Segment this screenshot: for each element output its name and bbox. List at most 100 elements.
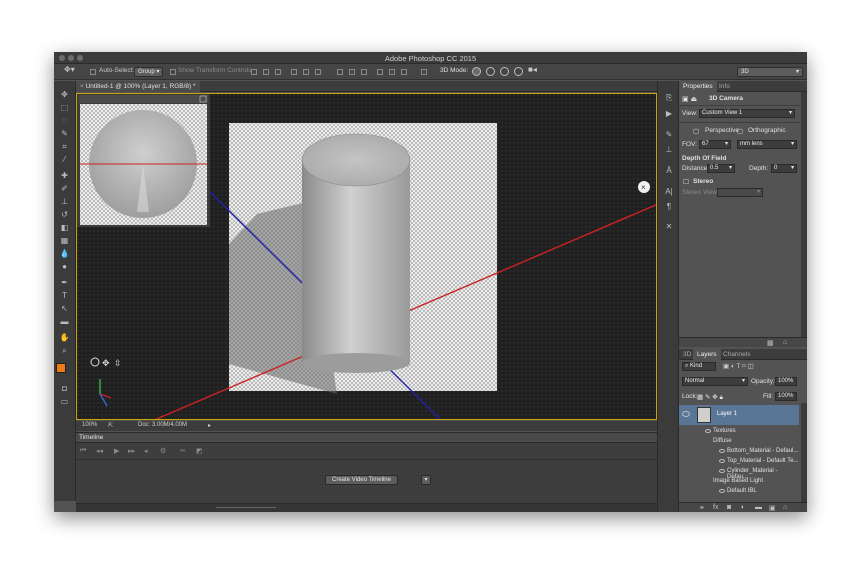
layer-style-icon[interactable]: fx bbox=[713, 504, 718, 511]
document-canvas[interactable]: × ✥ ⇳ bbox=[76, 93, 657, 420]
workspace-dropdown[interactable]: 3D ▾ bbox=[737, 67, 803, 77]
marquee-tool-icon[interactable]: ⬚ bbox=[59, 103, 70, 112]
eye-icon[interactable] bbox=[705, 429, 711, 433]
align-left-icon[interactable] bbox=[291, 69, 297, 75]
link-layers-icon[interactable]: ⚭ bbox=[699, 504, 705, 512]
fov-unit-dropdown[interactable]: mm lens ▾ bbox=[737, 140, 797, 149]
cylinder-top[interactable] bbox=[301, 133, 411, 187]
eye-icon[interactable] bbox=[719, 459, 725, 463]
add-mask-icon[interactable]: ◙ bbox=[727, 504, 731, 511]
dodge-tool-icon[interactable]: ● bbox=[59, 262, 70, 271]
filter-icons[interactable]: ▣ ◐ T ⌑ ◫ bbox=[723, 362, 754, 370]
list-item[interactable]: Textures bbox=[679, 427, 799, 437]
orthographic-icon[interactable]: ▢ bbox=[737, 127, 743, 135]
brush-panel-icon[interactable]: ✎ bbox=[664, 130, 674, 140]
settings-icon[interactable]: ⚙ bbox=[160, 447, 166, 455]
paragraph-panel-icon[interactable]: A| bbox=[664, 187, 674, 197]
list-item[interactable]: Default IBL bbox=[679, 487, 799, 497]
show-transform-checkbox[interactable] bbox=[170, 69, 176, 75]
properties-scrollbar[interactable] bbox=[801, 92, 807, 337]
history-panel-icon[interactable]: ⎘ bbox=[664, 93, 674, 103]
history-brush-tool-icon[interactable]: ↺ bbox=[59, 210, 70, 219]
delete-icon[interactable]: ⌂ bbox=[783, 339, 787, 346]
actions-panel-icon[interactable]: ▶ bbox=[664, 109, 674, 119]
timeline-zoom-slider[interactable] bbox=[216, 507, 276, 508]
auto-select-checkbox[interactable] bbox=[90, 69, 96, 75]
eye-icon[interactable] bbox=[719, 489, 725, 493]
stereo-view-dropdown[interactable]: ▾ bbox=[717, 188, 763, 197]
close-tab-icon[interactable]: × bbox=[80, 83, 84, 90]
align-right-icon[interactable] bbox=[315, 69, 321, 75]
fov-input[interactable]: 67 ▾ bbox=[699, 140, 731, 149]
screen-mode-icon[interactable]: ▭ bbox=[59, 397, 70, 406]
list-item[interactable]: Diffuse bbox=[679, 437, 799, 447]
distribute-left-icon[interactable] bbox=[377, 69, 383, 75]
split-icon[interactable]: ✂ bbox=[180, 447, 186, 455]
fill-input[interactable]: 100% bbox=[775, 392, 797, 401]
eraser-tool-icon[interactable]: ◧ bbox=[59, 223, 70, 232]
auto-align-icon[interactable] bbox=[421, 69, 427, 75]
depth-input[interactable]: 0 ▾ bbox=[771, 164, 797, 173]
next-frame-icon[interactable]: ▸▸ bbox=[128, 447, 135, 455]
create-video-timeline-button[interactable]: Create Video Timeline bbox=[325, 475, 398, 485]
pen-tool-icon[interactable]: ✒ bbox=[59, 278, 70, 287]
cylinder-body[interactable] bbox=[302, 160, 410, 363]
3d-scene[interactable]: × ✥ ⇳ bbox=[77, 94, 657, 420]
new-group-icon[interactable]: ▬ bbox=[755, 504, 762, 511]
quick-mask-icon[interactable]: ◘ bbox=[59, 384, 70, 393]
timeline-mode-dropdown[interactable]: ▾ bbox=[421, 475, 431, 485]
zoom-level[interactable]: 100% bbox=[82, 422, 97, 428]
stereo-checkbox[interactable]: ☐ bbox=[683, 178, 689, 186]
list-item[interactable]: Bottom_Material - Defaul... bbox=[679, 447, 799, 457]
roll-3d-icon[interactable] bbox=[486, 67, 495, 76]
align-top-icon[interactable] bbox=[251, 69, 257, 75]
eyedropper-tool-icon[interactable]: ⁄ bbox=[59, 155, 70, 164]
clone-stamp-tool-icon[interactable]: ⊥ bbox=[59, 197, 70, 206]
new-layer-icon[interactable]: ▣ bbox=[769, 504, 776, 512]
crop-tool-icon[interactable]: ⌗ bbox=[59, 142, 70, 151]
scale-3d-icon[interactable]: ■◂ bbox=[528, 65, 537, 74]
healing-brush-tool-icon[interactable]: ✚ bbox=[59, 171, 70, 180]
clone-source-icon[interactable]: ⊥ bbox=[664, 145, 674, 155]
distribute-top-icon[interactable] bbox=[337, 69, 343, 75]
previous-frame-icon[interactable]: ◂◂ bbox=[96, 447, 103, 455]
lock-icons[interactable]: ▦ ✎ ✥ 🔒︎ bbox=[697, 393, 723, 402]
audio-icon[interactable]: ◂ bbox=[144, 447, 148, 455]
distribute-vcenter-icon[interactable] bbox=[349, 69, 355, 75]
view-dropdown[interactable]: Custom View 1 ▾ bbox=[699, 109, 795, 118]
distribute-hcenter-icon[interactable] bbox=[389, 69, 395, 75]
eye-icon[interactable] bbox=[682, 411, 690, 417]
character-panel-icon[interactable]: Ā bbox=[664, 166, 674, 176]
eye-icon[interactable] bbox=[719, 449, 725, 453]
gradient-tool-icon[interactable]: ▦ bbox=[59, 236, 70, 245]
delete-layer-icon[interactable]: ⌂ bbox=[783, 504, 787, 511]
list-item[interactable]: Image Based Light bbox=[679, 477, 799, 487]
auto-select-dropdown[interactable]: Group ▾ bbox=[134, 67, 164, 77]
zoom-tool-icon[interactable]: ⌕ bbox=[59, 346, 70, 355]
align-bottom-icon[interactable] bbox=[275, 69, 281, 75]
tools-presets-icon[interactable]: ✕ bbox=[664, 222, 674, 232]
brush-tool-icon[interactable]: ✐ bbox=[59, 184, 70, 193]
slide-3d-icon[interactable] bbox=[514, 67, 523, 76]
distance-input[interactable]: 0.5 ▾ bbox=[707, 164, 735, 173]
opacity-input[interactable]: 100% bbox=[775, 377, 797, 386]
orbit-3d-icon[interactable] bbox=[472, 67, 481, 76]
play-icon[interactable]: ▶ bbox=[114, 447, 119, 455]
first-frame-icon[interactable]: ⏮ bbox=[80, 447, 86, 455]
hand-tool-icon[interactable]: ✋ bbox=[59, 333, 70, 342]
adjustment-layer-icon[interactable]: ◐ bbox=[741, 504, 745, 511]
paragraph-styles-icon[interactable]: ¶ bbox=[664, 202, 674, 212]
list-item[interactable]: Cylinder_Material - Defau... bbox=[679, 467, 799, 480]
pan-3d-icon[interactable] bbox=[500, 67, 509, 76]
layer-filter-dropdown[interactable]: ⌕ Kind bbox=[682, 362, 716, 371]
layer-row-selected[interactable]: Layer 1 bbox=[679, 405, 799, 425]
lasso-tool-icon[interactable]: ◌ bbox=[59, 116, 70, 125]
tab-layers[interactable]: Layers bbox=[693, 349, 721, 360]
perspective-icon[interactable]: ▢ bbox=[693, 127, 699, 135]
tab-properties[interactable]: Properties bbox=[679, 81, 717, 92]
move-tool-icon[interactable]: ✥▾ bbox=[64, 65, 75, 74]
shape-tool-icon[interactable]: ▬ bbox=[59, 317, 70, 326]
blur-tool-icon[interactable]: 💧 bbox=[59, 249, 70, 258]
type-tool-icon[interactable]: T bbox=[59, 291, 70, 300]
status-menu-icon[interactable]: ▸ bbox=[208, 422, 211, 429]
